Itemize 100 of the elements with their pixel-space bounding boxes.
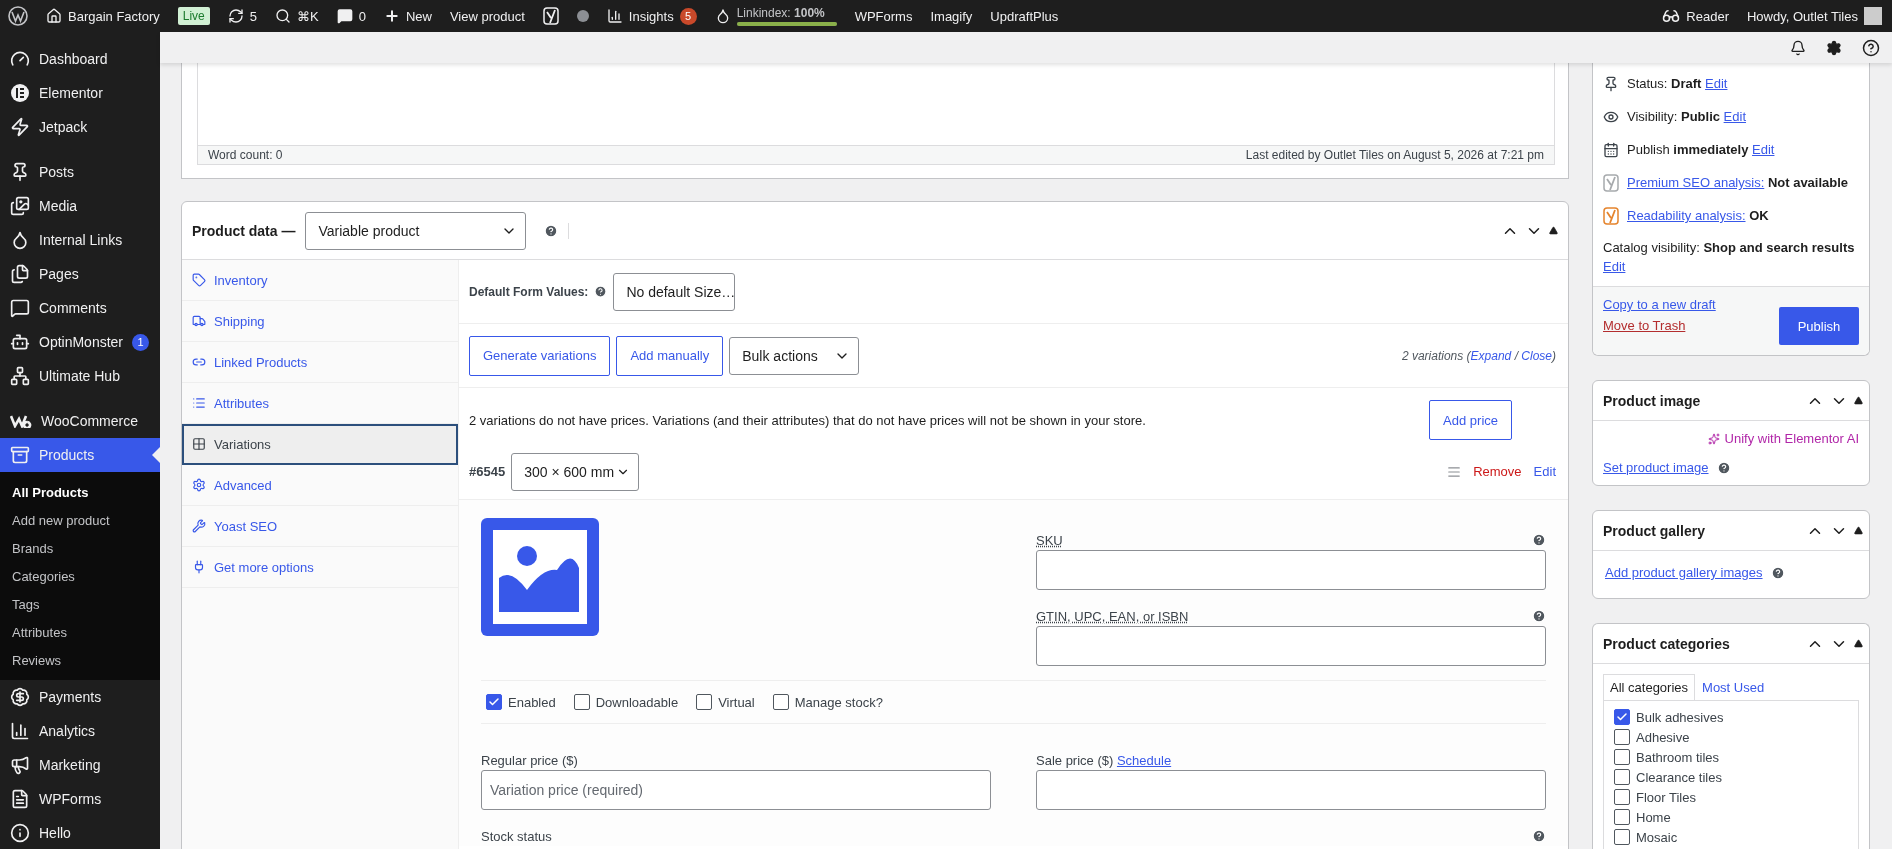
checkbox[interactable] [1614,829,1630,845]
add-gallery-link[interactable]: Add product gallery images [1605,565,1763,580]
plugin-link[interactable]: Imagify [930,8,973,24]
hierarchy-icon [10,366,30,386]
checkbox[interactable] [1614,749,1630,765]
sidebar-item[interactable]: Analytics [0,714,160,748]
remove-link[interactable]: Remove [1473,464,1522,479]
toggle-link[interactable]: Expand [1470,348,1512,363]
regular-price-field[interactable]: Variation price (required) [481,770,991,810]
submenu-item[interactable]: All Products [0,478,160,506]
default-size-select[interactable]: No default Size… [613,272,736,311]
copy-draft-link[interactable]: Copy to a new draft [1603,297,1716,312]
sidebar-item[interactable]: Pages [0,257,160,291]
bulk-actions-select[interactable]: Bulk actions [729,336,860,375]
triangle-icon[interactable] [1854,639,1863,648]
sku-field[interactable] [1036,550,1546,590]
edit-link[interactable]: Edit [1705,76,1728,91]
drag-handle-icon[interactable] [1447,464,1462,479]
outline-button[interactable]: Add manually [616,335,724,376]
sidebar-item[interactable]: Comments [0,291,160,325]
edit-link[interactable]: Edit [1752,142,1775,157]
images-icon [10,196,30,216]
checkbox[interactable] [1614,709,1630,725]
sidebar-item[interactable]: Hello [0,816,160,849]
sidebar-item[interactable]: Payments [0,680,160,714]
reader-link[interactable]: Reader [1662,7,1729,25]
category-tab[interactable]: All categories [1603,674,1696,700]
publish-button[interactable]: Publish [1779,307,1859,345]
gtin-field[interactable] [1036,626,1546,666]
submenu-item[interactable]: Tags [0,590,160,618]
submenu-item[interactable]: Add new product [0,506,160,534]
schedule-link[interactable]: Schedule [1116,752,1172,768]
submenu-item[interactable]: Reviews [0,646,160,674]
linkindex-link[interactable]: Linkindex: 100% [714,6,837,26]
analysis-text: Premium SEO analysis: Not available [1627,175,1849,190]
product-data-tab[interactable]: Linked Products [182,342,458,383]
updates-link[interactable]: 5 [227,8,257,24]
edit-link[interactable]: Edit [1533,464,1556,479]
search-link[interactable]: ⌘K [275,8,319,24]
settings-icon[interactable] [1826,39,1842,56]
submenu-item[interactable]: Categories [0,562,160,590]
checkbox[interactable] [1614,789,1630,805]
checkbox-label: Enabled [508,694,556,710]
image-placeholder-icon[interactable] [481,518,599,636]
checkbox[interactable] [1614,809,1630,825]
checkbox[interactable] [772,694,789,710]
outline-button[interactable]: Generate variations [469,335,611,376]
notification-bell-icon[interactable] [1790,39,1806,56]
triangle-icon[interactable] [1854,526,1863,535]
sidebar-item[interactable]: Products [0,438,160,472]
product-data-tab[interactable]: Variations [182,424,458,465]
checkbox[interactable] [486,694,502,710]
plugin-link[interactable]: WPForms [854,8,913,24]
sidebar-item[interactable]: Posts [0,155,160,189]
archive-icon [10,445,30,465]
category-tab[interactable]: Most Used [1695,674,1772,700]
sidebar-item[interactable]: WooCommerce [0,404,160,438]
site-link[interactable]: Bargain Factory [46,8,160,24]
triangle-icon[interactable] [1854,396,1863,405]
account-link[interactable]: Howdy, Outlet Tiles [1746,7,1882,25]
ai-link[interactable]: Unify with Elementor AI [1707,431,1859,446]
edit-link[interactable]: Edit [1723,109,1746,124]
product-data-tab[interactable]: Advanced [182,465,458,506]
product-data-tab[interactable]: Inventory [182,260,458,301]
product-data-tab[interactable]: Shipping [182,301,458,342]
sidebar-item[interactable]: Ultimate Hub [0,359,160,393]
submenu-item[interactable]: Attributes [0,618,160,646]
variation-size-select[interactable]: 300 × 600 mm [511,452,640,491]
sidebar-item[interactable]: Media [0,189,160,223]
trash-link[interactable]: Move to Trash [1603,318,1716,333]
submenu-item[interactable]: Brands [0,534,160,562]
product-data-tab[interactable]: Yoast SEO [182,506,458,547]
sidebar-item[interactable]: Jetpack [0,110,160,144]
sidebar-item[interactable]: Elementor [0,76,160,110]
toggle-link[interactable]: Close [1521,348,1552,363]
sidebar-item[interactable]: Internal Links [0,223,160,257]
analysis-link[interactable]: Readability analysis: [1627,208,1746,223]
sale-price-field[interactable] [1036,770,1546,810]
checkbox[interactable] [696,694,713,710]
new-link[interactable]: New [383,8,432,24]
checkbox[interactable] [1614,769,1630,785]
product-data-tab[interactable]: Get more options [182,547,458,588]
comments-link[interactable]: 0 [336,8,366,24]
product-type-select[interactable]: Variable product [305,211,527,250]
view-product-link[interactable]: View product [449,8,525,24]
sidebar-item[interactable]: Marketing [0,748,160,782]
plugin-link[interactable]: UpdraftPlus [990,8,1059,24]
triangle-icon[interactable] [1549,226,1558,235]
sidebar-item[interactable]: WPForms [0,782,160,816]
sidebar-item[interactable]: Dashboard [0,42,160,76]
edit-link[interactable]: Edit [1603,259,1626,274]
checkbox[interactable] [573,694,590,710]
checkbox[interactable] [1614,729,1630,745]
set-image-link[interactable]: Set product image [1603,460,1709,475]
sidebar-item[interactable]: OptinMonster 1 [0,325,160,359]
add-price-button[interactable]: Add price [1429,400,1512,440]
wordpress-logo-icon[interactable] [8,6,28,26]
help-icon[interactable] [1862,38,1880,57]
insights-link[interactable]: Insights 5 [606,7,697,25]
analysis-link[interactable]: Premium SEO analysis: [1627,175,1765,190]
